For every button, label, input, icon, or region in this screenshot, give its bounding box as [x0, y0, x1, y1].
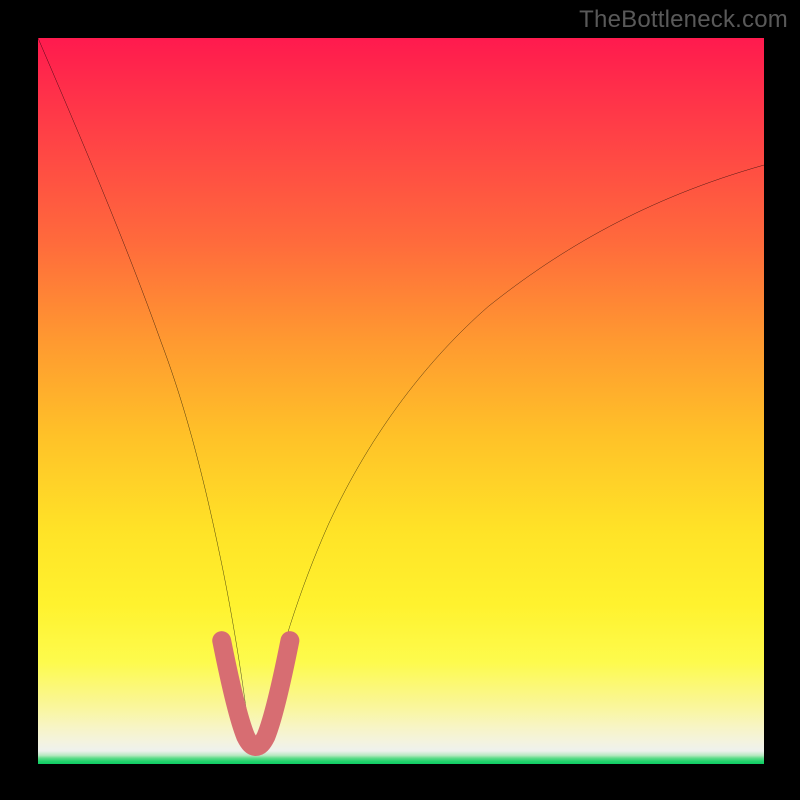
plot-background-gradient: [38, 38, 764, 764]
watermark-text: TheBottleneck.com: [579, 6, 788, 34]
chart-stage: TheBottleneck.com: [0, 0, 800, 800]
